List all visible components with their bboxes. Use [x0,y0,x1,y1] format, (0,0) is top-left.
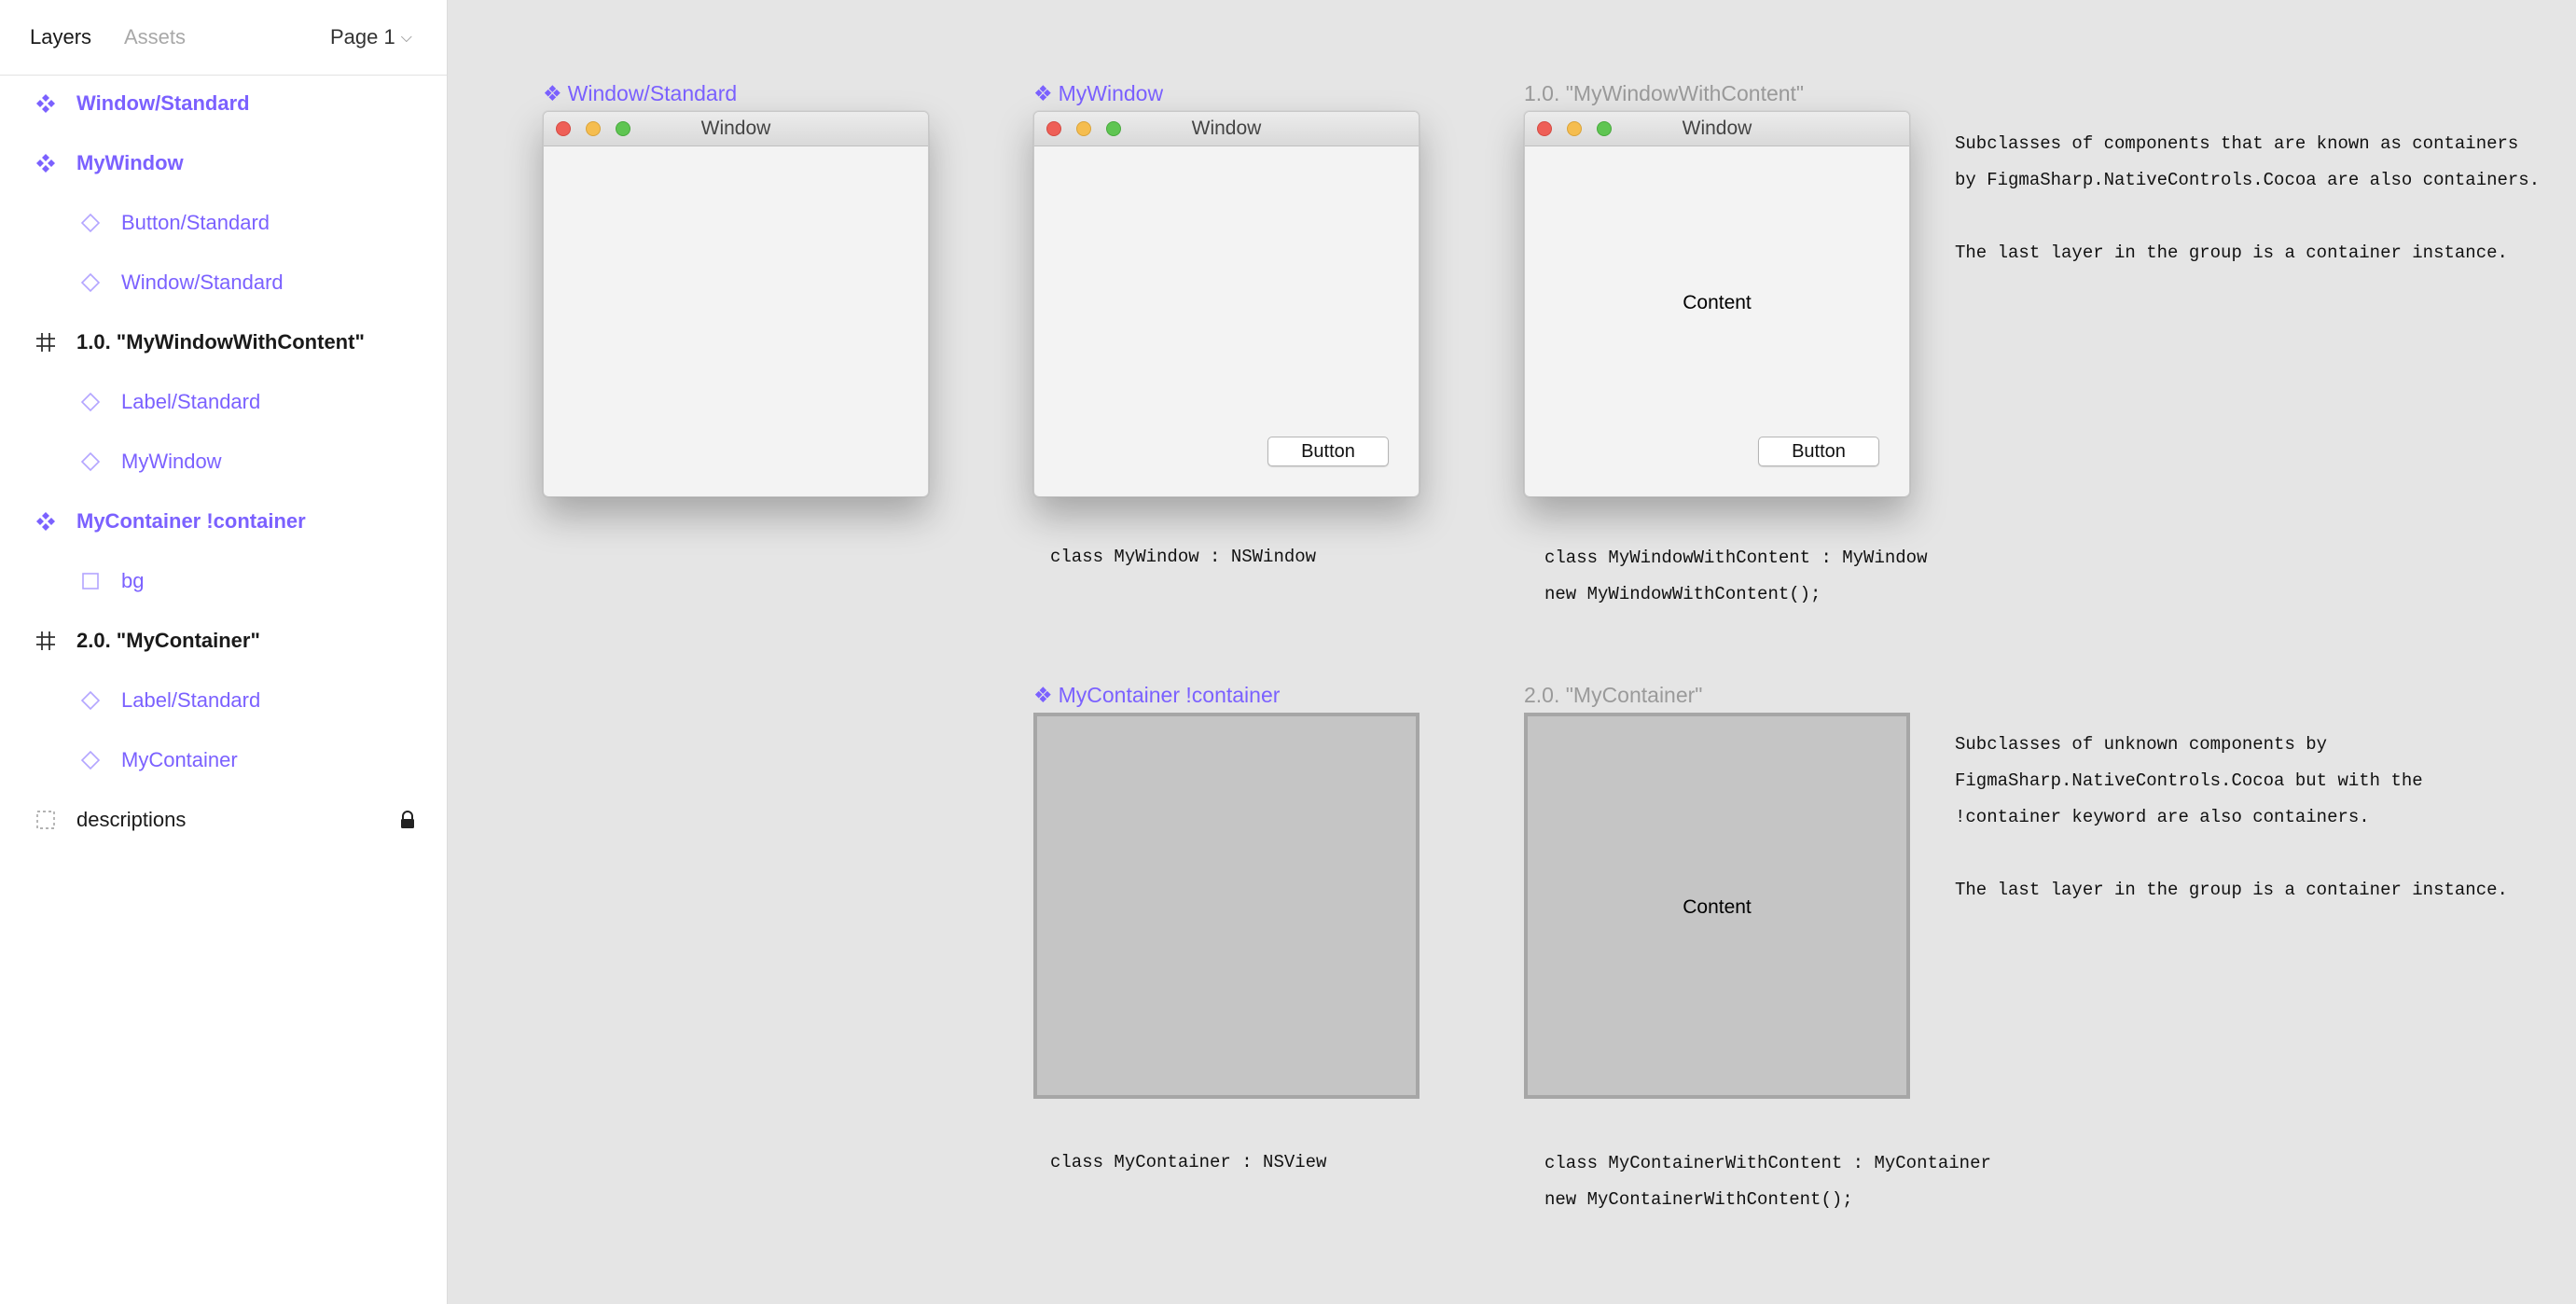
description-top-line1: Subclasses of components that are known … [1955,133,2519,154]
frame-label-mycontainer-frame[interactable]: 2.0. "MyContainer" [1524,683,1702,708]
description-top-line2: by FigmaSharp.NativeControls.Cocoa are a… [1955,170,2541,190]
instance-icon [78,688,103,713]
mycontainer-frame[interactable]: Content [1524,713,1910,1099]
instance-icon [78,450,103,474]
layer-row-rectangle[interactable]: bg [78,562,144,600]
window-titlebar[interactable]: Window [1034,112,1419,146]
frame-label-text: MyWindow [1058,81,1164,105]
description-bottom-line4: The last layer in the group is a contain… [1955,880,2508,900]
component-icon: ❖ [1033,81,1053,105]
layer-row-frame[interactable]: 1.0. "MyWindowWithContent" [34,324,365,361]
layer-row-instance[interactable]: MyContainer [78,742,238,779]
description-bottom-line1: Subclasses of unknown components by [1955,734,2328,755]
layer-label: Window/Standard [121,271,284,294]
layer-row-component[interactable]: MyWindow [34,145,184,182]
description-bottom-line3: !container keyword are also containers. [1955,807,2370,827]
layer-row-instance[interactable]: Label/Standard [78,383,260,421]
window-button[interactable]: Button [1758,437,1879,466]
instance-icon [78,271,103,295]
layer-label: MyContainer !container [76,509,306,533]
rectangle-icon [78,569,103,593]
layer-row-instance[interactable]: Button/Standard [78,204,270,242]
code-mycontainer: class MyContainer : NSView [1050,1152,1327,1172]
window-titlebar[interactable]: Window [544,112,928,146]
mywindow-with-content-frame[interactable]: Window Content Button [1524,111,1910,497]
instance-icon [78,390,103,414]
layer-row-frame[interactable]: 2.0. "MyContainer" [34,622,260,659]
frame-label-text: MyContainer !container [1058,683,1281,707]
code-mywindow-with-content-line1: class MyWindowWithContent : MyWindow [1544,548,1928,568]
component-icon [34,91,58,116]
layer-row-component[interactable]: Window/Standard [34,85,250,122]
group-dashed-icon [34,808,58,832]
page-selector-label: Page 1 [330,25,395,49]
layer-row-instance[interactable]: Label/Standard [78,682,260,719]
mycontainer-component[interactable] [1033,713,1420,1099]
frame-label-text: Window/Standard [567,81,738,105]
layer-label: descriptions [76,808,187,831]
window-standard-frame[interactable]: Window [543,111,929,497]
component-icon [34,151,58,175]
page-selector[interactable]: Page 1 ⌵ [330,25,412,49]
mywindow-frame[interactable]: Window Button [1033,111,1420,497]
chevron-down-icon: ⌵ [400,30,412,46]
instance-icon [78,211,103,235]
frame-label-window-standard[interactable]: ❖ Window/Standard [543,81,737,106]
tab-assets[interactable]: Assets [124,25,186,49]
window-titlebar[interactable]: Window [1525,112,1909,146]
layer-row-instance[interactable]: Window/Standard [78,264,284,301]
code-mywindow-with-content-line2: new MyWindowWithContent(); [1544,584,1821,604]
frame-label-mycontainer[interactable]: ❖ MyContainer !container [1033,683,1280,708]
layer-label: Button/Standard [121,211,270,234]
code-mywindow: class MyWindow : NSWindow [1050,547,1317,567]
layer-label: 1.0. "MyWindowWithContent" [76,330,365,354]
window-title: Window [1682,118,1752,139]
component-icon: ❖ [543,81,562,105]
component-icon: ❖ [1033,683,1053,707]
frame-hash-icon [34,330,58,354]
frame-hash-icon [34,629,58,653]
sidebar-header: Layers Assets Page 1 ⌵ [0,0,447,76]
window-title: Window [1191,118,1262,139]
layers-sidebar: Layers Assets Page 1 ⌵ Window/Standard My… [0,0,448,1304]
description-top-line3: The last layer in the group is a contain… [1955,243,2508,263]
layer-label: Label/Standard [121,390,261,413]
code-mycontainer-with-content-line1: class MyContainerWithContent : MyContain… [1544,1153,1991,1173]
content-label: Content [1683,292,1752,313]
code-mycontainer-with-content-line2: new MyContainerWithContent(); [1544,1189,1853,1210]
layer-label: bg [121,569,145,592]
component-icon [34,509,58,534]
frame-label-mywindow[interactable]: ❖ MyWindow [1033,81,1163,106]
tab-layers[interactable]: Layers [30,25,91,49]
layer-label: 2.0. "MyContainer" [76,629,260,652]
layer-row-group[interactable]: descriptions [34,801,414,839]
layer-label: Window/Standard [76,91,250,115]
layer-label: Label/Standard [121,688,261,712]
frame-label-mywindow-with-content[interactable]: 1.0. "MyWindowWithContent" [1524,81,1804,106]
instance-icon [78,748,103,772]
layer-row-component[interactable]: MyContainer !container [34,503,306,540]
window-title: Window [700,118,771,139]
lock-icon[interactable] [397,810,418,830]
layer-label: MyWindow [76,151,184,174]
content-label: Content [1683,896,1752,918]
window-button[interactable]: Button [1267,437,1389,466]
layer-label: MyContainer [121,748,238,771]
layer-row-instance[interactable]: MyWindow [78,443,222,480]
description-bottom-line2: FigmaSharp.NativeControls.Cocoa but with… [1955,770,2423,791]
layer-label: MyWindow [121,450,222,473]
